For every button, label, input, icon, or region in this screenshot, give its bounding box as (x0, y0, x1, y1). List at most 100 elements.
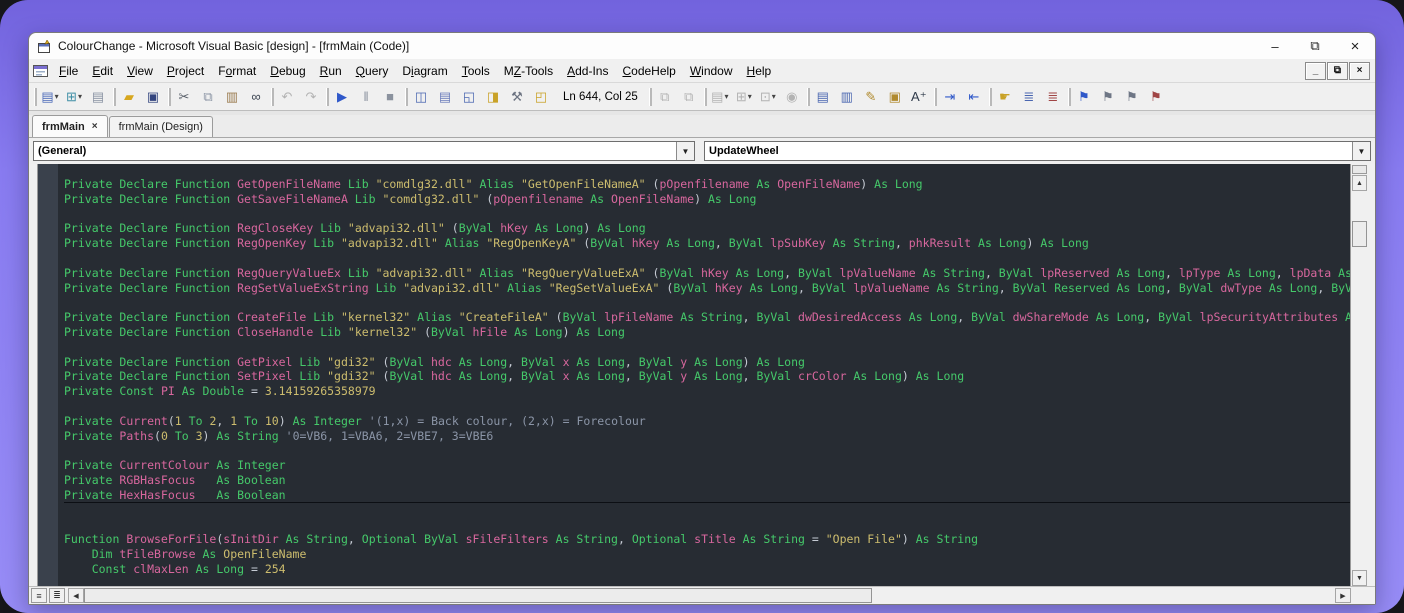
dropdown-arrow-icon[interactable]: ▾ (724, 92, 728, 101)
scroll-up-button[interactable]: ▲ (1352, 175, 1367, 191)
add-form-button[interactable]: ⊞▾ (62, 86, 86, 108)
menu-debug[interactable]: Debug (263, 62, 312, 80)
code-line: Private Declare Function RegQueryValueEx… (64, 266, 1350, 281)
uncomment-block-button[interactable]: ≣ (1041, 86, 1065, 108)
margin-indicator-bar[interactable] (38, 164, 58, 586)
data-view-icon: ◰ (535, 90, 547, 103)
outdent-button[interactable]: ⇤ (962, 86, 986, 108)
tab-close-icon[interactable]: × (92, 121, 98, 132)
menu-file[interactable]: File (52, 62, 85, 80)
list-constants-button[interactable]: ▥ (835, 86, 859, 108)
make-same-size-button[interactable]: ⊡▾ (756, 86, 780, 108)
indent-button[interactable]: ⇥ (938, 86, 962, 108)
previous-bookmark-button[interactable]: ⚑ (1120, 86, 1144, 108)
close-button[interactable]: × (1335, 33, 1375, 59)
bring-to-front-button[interactable]: ⧉ (653, 86, 677, 108)
toggle-bookmark-button[interactable]: ⚑ (1072, 86, 1096, 108)
procedure-dropdown[interactable]: UpdateWheel ▼ (704, 141, 1371, 161)
start-button[interactable]: ▶ (330, 86, 354, 108)
menu-tools[interactable]: Tools (455, 62, 497, 80)
menu-mz-tools[interactable]: MZ-Tools (497, 62, 560, 80)
procedure-view-button[interactable]: ≡ (31, 588, 47, 603)
cut-button[interactable]: ✂ (172, 86, 196, 108)
hand-tool-button[interactable]: ☛ (993, 86, 1017, 108)
dropdown-arrow-icon[interactable]: ▾ (772, 92, 776, 101)
project-explorer-button[interactable]: ◫ (409, 86, 433, 108)
object-browser-button[interactable]: ◨ (481, 86, 505, 108)
scroll-right-button[interactable]: ▶ (1335, 588, 1351, 603)
scroll-down-button[interactable]: ▼ (1352, 570, 1367, 586)
minimize-icon: – (1271, 39, 1278, 54)
tab-frmmain-design-[interactable]: frmMain (Design) (109, 116, 213, 137)
list-properties-button[interactable]: ▤ (811, 86, 835, 108)
horizontal-scroll-thumb[interactable] (84, 588, 872, 603)
mdi-minimize-button[interactable]: _ (1305, 62, 1326, 80)
horizontal-scrollbar[interactable]: ◀ ▶ (68, 587, 1351, 604)
copy-button[interactable]: ⧉ (196, 86, 220, 108)
tab-frmmain[interactable]: frmMain× (32, 115, 108, 137)
split-handle[interactable] (1352, 165, 1367, 174)
vertical-scroll-track[interactable] (1352, 191, 1367, 570)
window-controls: – ⧉× (1255, 33, 1375, 59)
open-project-button[interactable]: ▰ (117, 86, 141, 108)
menu-help[interactable]: Help (740, 62, 779, 80)
scroll-left-button[interactable]: ◀ (68, 588, 84, 603)
new-project-button[interactable]: ▤▾ (38, 86, 62, 108)
toolbar-group: ⇥⇤ (933, 85, 986, 109)
find-button[interactable]: ∞ (244, 86, 268, 108)
menu-codehelp[interactable]: CodeHelp (615, 62, 682, 80)
complete-word-button[interactable]: A⁺ (907, 86, 931, 108)
chevron-down-icon[interactable]: ▼ (676, 142, 694, 160)
data-view-button[interactable]: ◰ (529, 86, 553, 108)
end-button[interactable]: ■ (378, 86, 402, 108)
menu-window[interactable]: Window (683, 62, 740, 80)
code-editor[interactable]: Private Declare Function GetOpenFileName… (58, 164, 1350, 586)
menu-run[interactable]: Run (313, 62, 349, 80)
clear-bookmarks-button[interactable]: ⚑ (1144, 86, 1168, 108)
save-project-button[interactable]: ▣ (141, 86, 165, 108)
lock-controls-button[interactable]: ◉ (780, 86, 804, 108)
menu-format[interactable]: Format (211, 62, 263, 80)
mdi-restore-button[interactable]: ⧉ (1327, 62, 1348, 80)
properties-window-button[interactable]: ▤ (433, 86, 457, 108)
parameter-info-button[interactable]: ▣ (883, 86, 907, 108)
menu-edit[interactable]: Edit (85, 62, 120, 80)
menu-add-ins[interactable]: Add-Ins (560, 62, 615, 80)
toolbox-button[interactable]: ⚒ (505, 86, 529, 108)
uncomment-lines-icon: ≣ (1047, 90, 1058, 103)
full-module-view-button[interactable]: ≣ (49, 588, 65, 603)
comment-block-button[interactable]: ≣ (1017, 86, 1041, 108)
horizontal-scroll-track[interactable] (84, 588, 1335, 603)
menu-query[interactable]: Query (349, 62, 396, 80)
vertical-scroll-thumb[interactable] (1352, 221, 1367, 247)
quick-info-button[interactable]: ✎ (859, 86, 883, 108)
vertical-scrollbar[interactable]: ▲ ▼ (1350, 164, 1368, 586)
toolbar-group: ☛≣≣ (988, 85, 1065, 109)
full-module-view-icon: ≣ (53, 590, 61, 601)
list-properties-icon: ▤ (817, 90, 829, 103)
menu-view[interactable]: View (120, 62, 160, 80)
restore-button[interactable]: ⧉ (1295, 33, 1335, 59)
undo-button[interactable]: ↶ (275, 86, 299, 108)
chevron-down-icon[interactable]: ▼ (1352, 142, 1370, 160)
code-line (64, 340, 1350, 355)
object-dropdown[interactable]: (General) ▼ (33, 141, 695, 161)
break-button[interactable]: ‖ (354, 86, 378, 108)
redo-button[interactable]: ↷ (299, 86, 323, 108)
title-bar[interactable]: ColourChange - Microsoft Visual Basic [d… (29, 33, 1375, 59)
center-button[interactable]: ⊞▾ (732, 86, 756, 108)
next-bookmark-button[interactable]: ⚑ (1096, 86, 1120, 108)
send-to-back-button[interactable]: ⧉ (677, 86, 701, 108)
menu-diagram[interactable]: Diagram (395, 62, 454, 80)
form-layout-button[interactable]: ◱ (457, 86, 481, 108)
dropdown-arrow-icon[interactable]: ▾ (55, 92, 59, 101)
dropdown-arrow-icon[interactable]: ▾ (78, 92, 82, 101)
dropdown-arrow-icon[interactable]: ▾ (748, 92, 752, 101)
menu-editor-button[interactable]: ▤ (86, 86, 110, 108)
menu-project[interactable]: Project (160, 62, 211, 80)
scissors-icon: ✂ (179, 90, 190, 103)
align-button[interactable]: ▤▾ (708, 86, 732, 108)
minimize-button[interactable]: – (1255, 33, 1295, 59)
mdi-close-button[interactable]: × (1349, 62, 1370, 80)
paste-button[interactable]: ▥ (220, 86, 244, 108)
